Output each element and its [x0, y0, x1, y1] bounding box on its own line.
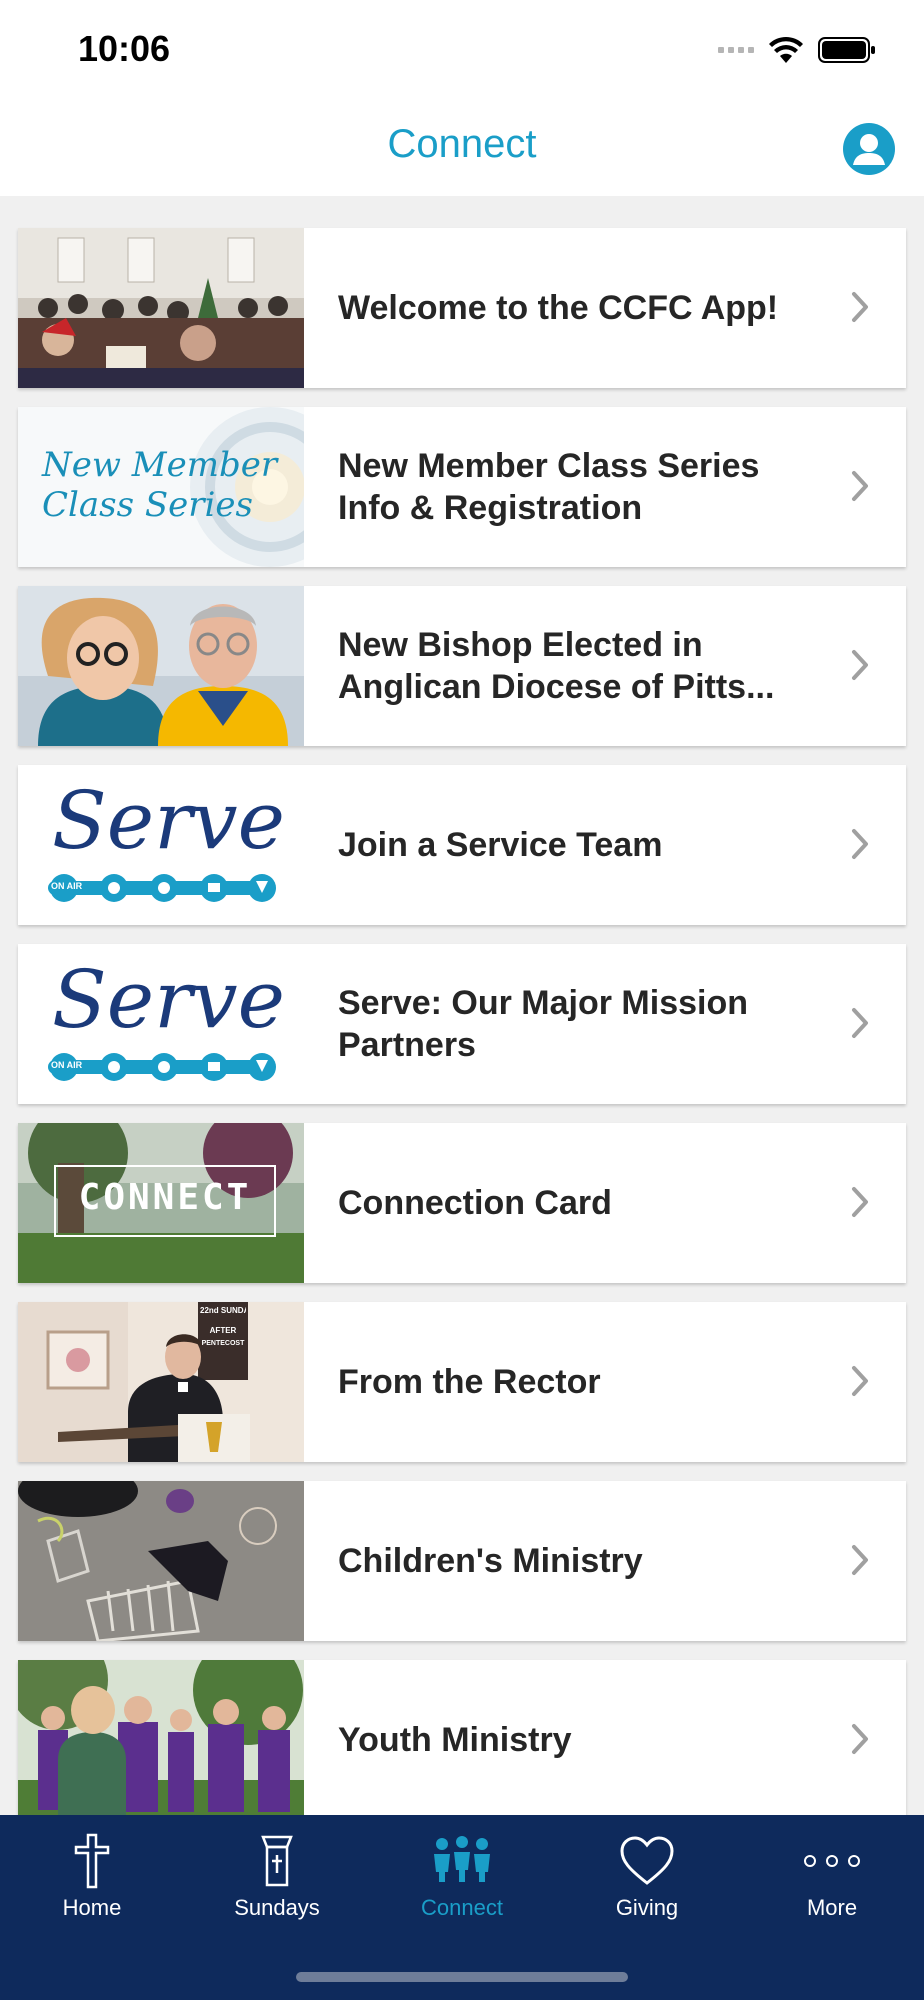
tab-connect[interactable]: Connect — [370, 1815, 554, 1945]
nav-bar: Connect — [0, 100, 924, 196]
list-item[interactable]: Serve ON AIR Join a Service Team — [18, 765, 906, 925]
sign-line-1: 22nd SUNDAY — [200, 1306, 246, 1315]
status-bar: 10:06 — [0, 0, 924, 100]
item-label: Connection Card — [338, 1184, 612, 1222]
profile-button[interactable] — [842, 122, 896, 176]
thumb-text-1: New Member — [42, 445, 278, 485]
item-label: New Bishop Elected in Anglican Diocese o… — [338, 626, 775, 706]
tab-more[interactable]: More — [740, 1815, 924, 1945]
page-title: Connect — [387, 122, 537, 166]
thumbnail-image: New Member Class Series — [18, 407, 304, 567]
list-item[interactable]: New Bishop Elected in Anglican Diocese o… — [18, 586, 906, 746]
list-item[interactable]: Serve ON AIR Serve: Our Major Mission Pa… — [18, 944, 906, 1104]
sign-line-2: AFTER — [209, 1326, 237, 1335]
heart-icon — [620, 1836, 674, 1885]
thumbnail-image: 22nd SUNDAY AFTER PENTECOST — [18, 1302, 304, 1462]
list-item[interactable]: CONNECT Connection Card — [18, 1123, 906, 1283]
chevron-right-icon — [852, 650, 868, 680]
tab-label: Home — [62, 1895, 122, 1920]
list-item[interactable]: Youth Ministry — [18, 1660, 906, 1820]
list-item[interactable]: New Member Class Series New Member Class… — [18, 407, 906, 567]
item-label: Join a Service Team — [338, 826, 663, 864]
people-icon — [434, 1836, 490, 1882]
battery-icon — [818, 37, 875, 63]
item-label: New Member Class Series Info & Registrat… — [338, 447, 760, 527]
wifi-icon — [769, 36, 803, 63]
tab-label: Sundays — [234, 1895, 320, 1920]
thumbnail-image: Serve ON AIR — [18, 765, 304, 925]
tab-giving[interactable]: Giving — [555, 1815, 739, 1945]
user-icon — [843, 123, 895, 175]
thumbnail-image — [18, 1660, 304, 1820]
thumbnail-image — [18, 586, 304, 746]
chevron-right-icon — [852, 829, 868, 859]
lectern-icon — [261, 1835, 293, 1887]
tab-label: More — [806, 1895, 858, 1920]
status-icons — [718, 34, 876, 66]
tab-home[interactable]: Home — [0, 1815, 184, 1945]
tab-label: Connect — [421, 1895, 503, 1920]
list-item[interactable]: Welcome to the CCFC App! — [18, 228, 906, 388]
thumbnail-image: Serve ON AIR — [18, 944, 304, 1104]
chevron-right-icon — [852, 292, 868, 322]
thumbnail-image: CONNECT — [18, 1123, 304, 1283]
list-item[interactable]: Children's Ministry — [18, 1481, 906, 1641]
home-indicator — [296, 1972, 628, 1982]
signal-icon — [718, 47, 754, 53]
tab-sundays[interactable]: Sundays — [185, 1815, 369, 1945]
item-label: Youth Ministry — [338, 1721, 572, 1759]
chevron-right-icon — [852, 1008, 868, 1038]
item-label: Children's Ministry — [338, 1542, 643, 1580]
status-time: 10:06 — [78, 28, 171, 69]
thumbnail-image — [18, 228, 304, 388]
more-icon — [804, 1855, 860, 1867]
chevron-right-icon — [852, 1187, 868, 1217]
connect-thumb-text: CONNECT — [78, 1177, 252, 1218]
chevron-right-icon — [852, 1545, 868, 1575]
chevron-right-icon — [852, 1724, 868, 1754]
connect-list: Welcome to the CCFC App! New Member Clas… — [18, 228, 906, 1839]
item-label: Serve: Our Major Mission Partners — [338, 984, 748, 1064]
chevron-right-icon — [852, 1366, 868, 1396]
item-label: From the Rector — [338, 1363, 601, 1401]
list-item[interactable]: 22nd SUNDAY AFTER PENTECOST From the Rec… — [18, 1302, 906, 1462]
serve-logo-sub: ON AIR — [51, 1060, 83, 1070]
serve-logo-sub: ON AIR — [51, 881, 83, 891]
chevron-right-icon — [852, 471, 868, 501]
sign-line-3: PENTECOST — [201, 1340, 245, 1347]
item-label: Welcome to the CCFC App! — [338, 289, 779, 327]
tab-label: Giving — [615, 1895, 679, 1920]
thumbnail-image — [18, 1481, 304, 1641]
cross-icon — [74, 1833, 110, 1889]
thumb-text-2: Class Series — [42, 485, 253, 525]
